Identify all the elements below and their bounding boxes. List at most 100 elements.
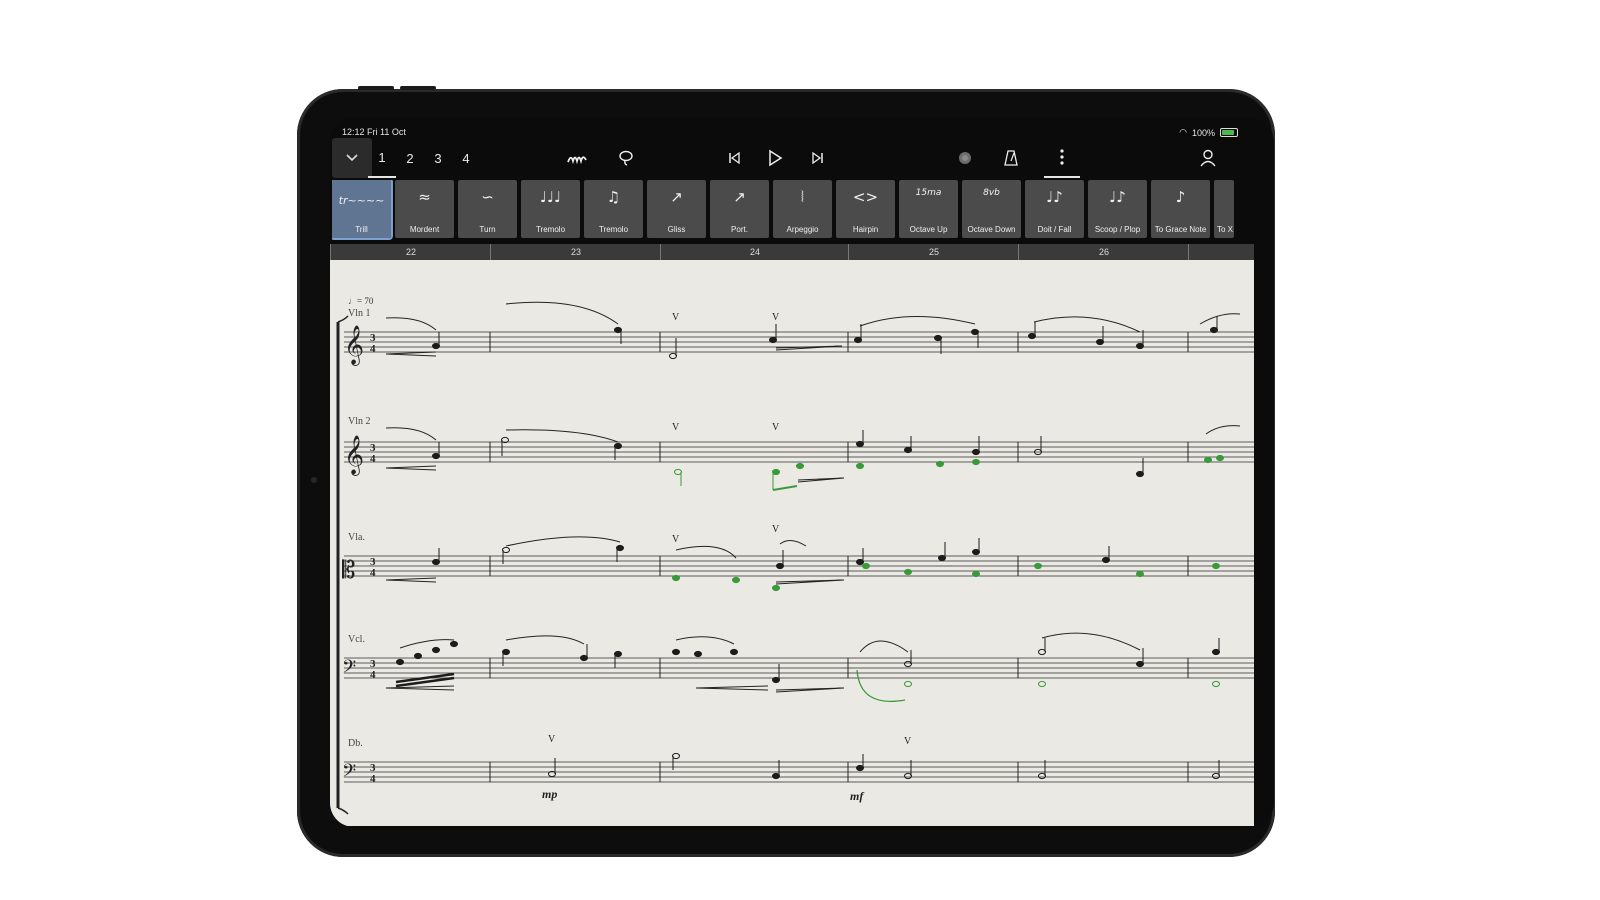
palette-label: Octave Down: [967, 225, 1016, 234]
metronome-icon[interactable]: [1000, 148, 1022, 168]
svg-text:V: V: [772, 524, 780, 535]
doit-fall-icon: ♩♪: [1046, 188, 1063, 206]
alto-clef-icon: 𝄡: [342, 558, 355, 584]
staff-db: [344, 761, 1254, 783]
volume-button: [400, 86, 436, 90]
slurs-hairpins: [385, 301, 1241, 693]
measure-number[interactable]: 25: [848, 244, 1019, 260]
skip-back-icon[interactable]: [722, 148, 746, 168]
palette-to-x[interactable]: To X: [1214, 180, 1234, 238]
svg-text:V: V: [904, 736, 912, 747]
trill-icon: tr~~~~: [338, 194, 385, 207]
more-icon[interactable]: [1044, 138, 1080, 178]
user-icon[interactable]: [1196, 148, 1220, 168]
status-time: 12:12 Fri 11 Oct: [342, 127, 406, 137]
staff-vcl: [344, 657, 1254, 679]
measure-number[interactable]: 23: [490, 244, 661, 260]
staves: [344, 331, 1254, 783]
time-signatures: 34 34 34 34 34: [370, 332, 376, 785]
palette-gliss[interactable]: ↗ Gliss: [647, 180, 706, 238]
palette-label: To X: [1217, 225, 1234, 234]
tab-4[interactable]: 4: [452, 138, 480, 178]
grace-note-icon: ♪: [1175, 188, 1186, 206]
measure-number[interactable]: 24: [660, 244, 849, 260]
palette-hairpin[interactable]: <> Hairpin: [836, 180, 895, 238]
turn-icon: ∽: [481, 188, 494, 206]
measure-number[interactable]: 26: [1018, 244, 1189, 260]
notes-black: [395, 316, 1220, 780]
palette-to-grace-note[interactable]: ♪ To Grace Note: [1151, 180, 1210, 238]
tremolo-icon: ♫: [606, 188, 621, 206]
svg-text:4: 4: [370, 453, 376, 465]
tempo-marking: ♩= 70: [348, 296, 374, 306]
instrument-name: Vln 1: [348, 308, 371, 319]
palette-label: Gliss: [667, 225, 686, 234]
svg-text:4: 4: [370, 343, 376, 355]
svg-text:V: V: [548, 734, 556, 745]
dynamic-mf[interactable]: mf: [850, 789, 864, 803]
palette-label: To Grace Note: [1154, 225, 1207, 234]
notation-palette: tr~~~~ Trill ≈ Mordent ∽ Turn ♩♩♩ Tremolo ♫ T…: [332, 180, 1256, 240]
palette-arpeggio[interactable]: ⦚ Arpeggio: [773, 180, 832, 238]
palette-octave-down[interactable]: 8vb Octave Down: [962, 180, 1021, 238]
tremolo-icon: ♩♩♩: [539, 188, 562, 206]
measure-number[interactable]: [1188, 244, 1255, 260]
palette-label: Port.: [731, 225, 748, 234]
status-bar: 12:12 Fri 11 Oct ◠ 100%: [330, 118, 1274, 138]
mordent-icon: ≈: [418, 188, 431, 206]
clefs: 𝄞 𝄞 𝄡 𝄢 𝄢: [342, 326, 364, 785]
svg-text:V: V: [772, 422, 780, 433]
palette-tremolo-2[interactable]: ♫ Tremolo: [584, 180, 643, 238]
camera-icon: [311, 477, 317, 483]
tab-3[interactable]: 3: [424, 138, 452, 178]
bass-clef-icon: 𝄢: [342, 656, 356, 681]
palette-tremolo[interactable]: ♩♩♩ Tremolo: [521, 180, 580, 238]
palette-doit-fall[interactable]: ♩♪ Doit / Fall: [1025, 180, 1084, 238]
instrument-name: Vln 2: [348, 416, 371, 427]
tab-1[interactable]: 1: [368, 138, 396, 178]
palette-trill[interactable]: tr~~~~ Trill: [332, 180, 393, 240]
arpeggio-icon: ⦚: [800, 188, 805, 206]
score-canvas[interactable]: ♩= 70 Vln 1 Vln 2 Vla. Vcl. Db. 𝄞 𝄞 𝄡 𝄢 …: [330, 260, 1254, 826]
treble-clef-icon: 𝄞: [344, 436, 364, 476]
tab-2[interactable]: 2: [396, 138, 424, 178]
palette-label: Tremolo: [598, 225, 629, 234]
octave-up-icon: 15ma: [915, 188, 942, 198]
battery-icon: [1220, 128, 1238, 137]
top-toolbar: 1 2 3 4: [330, 138, 1274, 178]
pen-icon[interactable]: [562, 148, 592, 168]
bass-clef-icon: 𝄢: [342, 760, 356, 785]
lasso-icon[interactable]: [613, 148, 639, 168]
play-icon[interactable]: [762, 146, 788, 170]
palette-label: Tremolo: [535, 225, 566, 234]
staff-vln2: [344, 441, 1254, 463]
palette-mordent[interactable]: ≈ Mordent: [395, 180, 454, 238]
measure-number[interactable]: 22: [330, 244, 491, 260]
chevron-down-icon[interactable]: [332, 138, 372, 178]
skip-forward-icon[interactable]: [806, 148, 830, 168]
octave-down-icon: 8vb: [983, 188, 1000, 198]
gliss-icon: ↗: [670, 188, 683, 206]
hairpin-icon: <>: [852, 188, 879, 206]
portamento-icon: ↗: [733, 188, 746, 206]
score-svg: ♩= 70 Vln 1 Vln 2 Vla. Vcl. Db. 𝄞 𝄞 𝄡 𝄢 …: [336, 296, 1254, 815]
palette-label: Trill: [355, 225, 368, 234]
svg-text:4: 4: [370, 567, 376, 579]
app-screen: 12:12 Fri 11 Oct ◠ 100% 1 2 3 4 tr~~~~ T…: [330, 118, 1274, 827]
palette-label: Turn: [479, 225, 496, 234]
wifi-icon: ◠: [1179, 127, 1187, 137]
instrument-name: Vcl.: [348, 634, 365, 645]
palette-octave-up[interactable]: 15ma Octave Up: [899, 180, 958, 238]
palette-port[interactable]: ↗ Port.: [710, 180, 769, 238]
svg-text:4: 4: [370, 669, 376, 681]
palette-turn[interactable]: ∽ Turn: [458, 180, 517, 238]
dynamic-mp[interactable]: mp: [542, 787, 557, 801]
record-icon[interactable]: [954, 148, 976, 168]
svg-text:V: V: [672, 312, 680, 323]
bowing-marks: V V V V V V V V: [548, 312, 912, 747]
palette-label: Mordent: [409, 225, 440, 234]
svg-text:4: 4: [370, 773, 376, 785]
treble-clef-icon: 𝄞: [344, 326, 364, 366]
instrument-name: Db.: [348, 738, 363, 749]
palette-scoop-plop[interactable]: ♩♪ Scoop / Plop: [1088, 180, 1147, 238]
